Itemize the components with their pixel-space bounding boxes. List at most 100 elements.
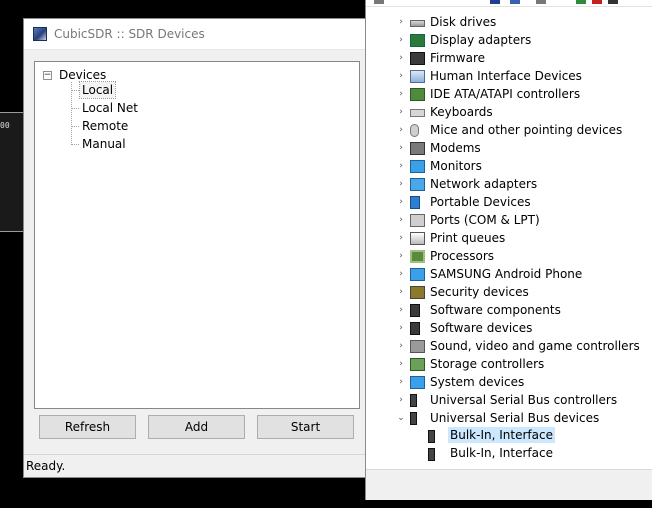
monitor-icon: [410, 159, 425, 173]
background-window-fragment: 00: [0, 112, 23, 232]
device-category-row[interactable]: › Ports (COM & LPT): [366, 211, 652, 229]
chevron-right-icon[interactable]: ›: [396, 197, 406, 207]
device-category-label: Human Interface Devices: [430, 69, 582, 83]
chevron-right-icon[interactable]: ›: [396, 161, 406, 171]
device-category-label: Processors: [430, 249, 495, 263]
device-category-row[interactable]: › Portable Devices: [366, 193, 652, 211]
add-button[interactable]: Add: [148, 415, 245, 439]
device-category-row[interactable]: › Human Interface Devices: [366, 67, 652, 85]
chevron-right-icon[interactable]: ›: [396, 89, 406, 99]
portable-device-icon: [410, 195, 420, 209]
device-category-row[interactable]: › Monitors: [366, 157, 652, 175]
tree-item-local[interactable]: Local: [71, 81, 117, 99]
processor-icon: [410, 249, 425, 263]
chevron-right-icon[interactable]: ›: [396, 269, 406, 279]
start-button[interactable]: Start: [257, 415, 354, 439]
chevron-right-icon[interactable]: ›: [396, 143, 406, 153]
device-category-row[interactable]: › Processors: [366, 247, 652, 265]
device-category-row[interactable]: › System devices: [366, 373, 652, 391]
chevron-right-icon[interactable]: ›: [396, 53, 406, 63]
chevron-right-icon[interactable]: ›: [396, 287, 406, 297]
toolbar-help-icon[interactable]: [510, 0, 520, 4]
chevron-right-icon[interactable]: ›: [396, 71, 406, 81]
collapse-expander[interactable]: −: [43, 70, 52, 80]
background-fragment-text: 00: [0, 121, 10, 130]
toolbar-back-icon[interactable]: [374, 0, 384, 4]
chevron-right-icon[interactable]: ›: [396, 17, 406, 27]
usb-device-icon: [410, 411, 417, 425]
hid-icon: [410, 69, 425, 83]
status-text: Ready.: [26, 459, 66, 473]
speaker-icon: [410, 339, 425, 353]
chevron-right-icon[interactable]: ›: [396, 179, 406, 189]
toolbar-uninstall-icon[interactable]: [592, 0, 602, 4]
chevron-right-icon[interactable]: ›: [396, 215, 406, 225]
tree-item-label: Remote: [82, 119, 129, 133]
device-category-row[interactable]: › Storage controllers: [366, 355, 652, 373]
device-category-label: Keyboards: [430, 105, 493, 119]
device-category-row[interactable]: › Software devices: [366, 319, 652, 337]
device-category-row[interactable]: › Universal Serial Bus controllers: [366, 391, 652, 409]
chevron-right-icon[interactable]: ›: [396, 35, 406, 45]
device-category-label: Display adapters: [430, 33, 532, 47]
usb-controller-icon: [410, 393, 417, 407]
chevron-right-icon[interactable]: ›: [396, 305, 406, 315]
chevron-right-icon[interactable]: ›: [396, 251, 406, 261]
device-category-label: Software components: [430, 303, 561, 317]
tree-root-label: Devices: [59, 68, 107, 82]
device-category-label: Mice and other pointing devices: [430, 123, 623, 137]
tree-item-label: Manual: [82, 137, 126, 151]
device-tree[interactable]: − Devices Local Local Net Remote Manual: [34, 61, 360, 409]
device-category-label: Sound, video and game controllers: [430, 339, 640, 353]
device-category-row[interactable]: › SAMSUNG Android Phone: [366, 265, 652, 283]
chevron-right-icon[interactable]: ›: [396, 359, 406, 369]
device-category-label: IDE ATA/ATAPI controllers: [430, 87, 581, 101]
tree-item-label: Local Net: [82, 101, 138, 115]
device-category-row[interactable]: › Firmware: [366, 49, 652, 67]
device-category-row[interactable]: › Print queues: [366, 229, 652, 247]
device-category-row[interactable]: › Disk drives: [366, 13, 652, 31]
toolbar-scan-icon[interactable]: [608, 0, 618, 4]
window-title: CubicSDR :: SDR Devices: [54, 27, 205, 41]
tree-item-remote[interactable]: Remote: [71, 117, 130, 135]
chevron-right-icon[interactable]: ›: [396, 377, 406, 387]
device-category-label: Portable Devices: [430, 195, 531, 209]
device-category-row[interactable]: › IDE ATA/ATAPI controllers: [366, 85, 652, 103]
device-category-row[interactable]: › Display adapters: [366, 31, 652, 49]
toolbar-update-driver-icon[interactable]: [576, 0, 586, 4]
usb-plug-icon: [428, 447, 435, 461]
device-category-row[interactable]: › Sound, video and game controllers: [366, 337, 652, 355]
chevron-down-icon[interactable]: ⌄: [396, 413, 406, 423]
toolbar-properties-icon[interactable]: [490, 0, 500, 4]
device-item-row[interactable]: Bulk-In, Interface: [366, 445, 652, 463]
device-item-row[interactable]: Bulk-In, Interface: [366, 427, 652, 445]
chevron-right-icon[interactable]: ›: [396, 395, 406, 405]
device-category-row[interactable]: › Security devices: [366, 283, 652, 301]
modem-icon: [410, 141, 425, 155]
device-category-row[interactable]: › Software components: [366, 301, 652, 319]
sdr-titlebar[interactable]: CubicSDR :: SDR Devices: [24, 19, 365, 50]
tree-item-manual[interactable]: Manual: [71, 135, 128, 153]
device-category-row[interactable]: › Modems: [366, 139, 652, 157]
chevron-right-icon[interactable]: ›: [396, 341, 406, 351]
device-category-row[interactable]: › Network adapters: [366, 175, 652, 193]
device-category-row[interactable]: › Mice and other pointing devices: [366, 121, 652, 139]
device-category-label: Network adapters: [430, 177, 538, 191]
device-tree-view[interactable]: › Disk drives › Display adapters › Firmware › H…: [366, 13, 652, 463]
device-category-label: Monitors: [430, 159, 482, 173]
display-adapter-icon: [410, 33, 425, 47]
chevron-right-icon[interactable]: ›: [396, 125, 406, 135]
chevron-right-icon[interactable]: ›: [396, 233, 406, 243]
refresh-button[interactable]: Refresh: [39, 415, 136, 439]
device-category-label: SAMSUNG Android Phone: [430, 267, 583, 281]
chevron-right-icon[interactable]: ›: [396, 323, 406, 333]
device-category-row[interactable]: ⌄ Universal Serial Bus devices: [366, 409, 652, 427]
device-category-label: Software devices: [430, 321, 533, 335]
usb-plug-icon: [428, 429, 435, 443]
device-category-row[interactable]: › Keyboards: [366, 103, 652, 121]
keyboard-icon: [410, 109, 425, 117]
tree-item-local-net[interactable]: Local Net: [71, 99, 140, 117]
chevron-right-icon[interactable]: ›: [396, 107, 406, 117]
device-category-label: Universal Serial Bus devices: [430, 411, 600, 425]
toolbar-view-icon[interactable]: [536, 0, 546, 4]
